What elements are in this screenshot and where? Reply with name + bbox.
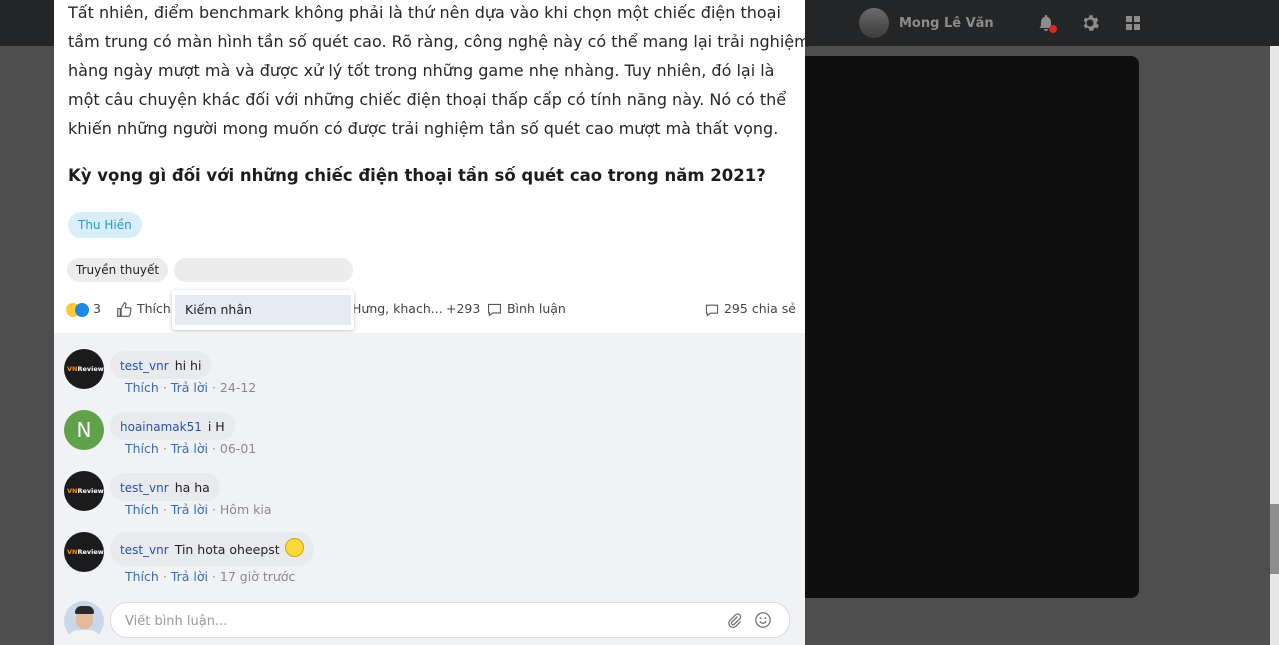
comment-button[interactable]: Bình luận bbox=[486, 298, 566, 320]
comments-section: VNReview test_vnr hi hi Thích · Trả lời ·… bbox=[54, 333, 805, 645]
vnreview-avatar[interactable]: VNReview bbox=[64, 349, 104, 389]
comment-bubble: hoainamak51 i H bbox=[110, 412, 235, 440]
emoji-icon[interactable] bbox=[754, 611, 772, 629]
comment-field[interactable] bbox=[110, 602, 790, 638]
comment-item: N hoainamak51 i H Thích · Trả lời · 06-01 bbox=[64, 410, 764, 470]
header-user-name[interactable]: Mong Lê Văn bbox=[899, 16, 994, 31]
post-card: Tất nhiên, điểm benchmark không phải là … bbox=[54, 0, 810, 645]
author-tag[interactable]: Thu Hiền bbox=[68, 212, 142, 238]
comment-meta: Thích · Trả lời · 17 giờ trước bbox=[125, 569, 295, 584]
paperclip-icon[interactable] bbox=[725, 611, 743, 629]
comment-item: VNReview test_vnr ha ha Thích · Trả lời ·… bbox=[64, 471, 764, 531]
comment-text: ha ha bbox=[174, 480, 210, 495]
header-user[interactable]: Mong Lê Văn bbox=[859, 8, 994, 38]
comment-item: VNReview test_vnr hi hi Thích · Trả lời ·… bbox=[64, 349, 764, 409]
article-line: một câu chuyện khác đối với những chiếc … bbox=[68, 90, 787, 109]
dropdown-option[interactable]: Kiếm nhân bbox=[175, 295, 351, 325]
comment-input[interactable] bbox=[123, 610, 707, 632]
meta-separator: · bbox=[162, 380, 167, 395]
like-reaction-icon bbox=[75, 302, 89, 317]
article-line: tầm trung có màn hình tần số quét cao. R… bbox=[68, 32, 810, 51]
meta-separator: · bbox=[211, 569, 216, 584]
article-heading: Kỳ vọng gì đối với những chiếc điện thoạ… bbox=[68, 166, 766, 185]
comment-bubble: test_vnr ha ha bbox=[110, 473, 220, 501]
meta-separator: · bbox=[162, 441, 167, 456]
comment-meta: Thích · Trả lời · 24-12 bbox=[125, 380, 256, 395]
comment-meta: Thích · Trả lời · Hôm kia bbox=[125, 502, 271, 517]
thumb-up-icon bbox=[117, 302, 132, 317]
article-line: khiến những người mong muốn có được trải… bbox=[68, 119, 779, 138]
article-line: Tất nhiên, điểm benchmark không phải là … bbox=[68, 3, 781, 22]
tag-input-chip[interactable] bbox=[174, 258, 353, 282]
comment-label: Bình luận bbox=[506, 301, 566, 316]
header-avatar[interactable] bbox=[859, 8, 889, 38]
comment-reply-link[interactable]: Trả lời bbox=[171, 502, 208, 517]
comment-composer bbox=[64, 601, 794, 641]
like-button[interactable]: Thích bbox=[116, 298, 171, 320]
comment-time: 24-12 bbox=[219, 380, 257, 395]
page-scrollbar-thumb[interactable] bbox=[1270, 504, 1279, 574]
meta-separator: · bbox=[211, 380, 216, 395]
reaction-summary[interactable]: 3 bbox=[66, 298, 101, 320]
comment-author[interactable]: test_vnr bbox=[120, 543, 169, 557]
comment-text: i H bbox=[207, 419, 225, 434]
comment-bubble: test_vnr hi hi bbox=[110, 351, 212, 379]
likers-more[interactable]: +293 bbox=[446, 298, 480, 320]
tag-suggestion-dropdown: Kiếm nhân bbox=[172, 290, 354, 330]
share-icon bbox=[705, 304, 719, 317]
video-panel bbox=[790, 56, 1139, 598]
current-user-avatar bbox=[64, 601, 104, 641]
comment-author[interactable]: hoainamak51 bbox=[120, 420, 202, 434]
tag-chip[interactable]: Truyền thuyết bbox=[67, 258, 169, 282]
comment-time: 17 giờ trước bbox=[219, 569, 296, 584]
meta-separator: · bbox=[211, 502, 216, 517]
comment-time: 06-01 bbox=[219, 441, 257, 456]
comment-icon bbox=[487, 303, 502, 317]
notification-dot bbox=[1049, 25, 1057, 33]
meta-separator: · bbox=[162, 569, 167, 584]
comment-reply-link[interactable]: Trả lời bbox=[171, 569, 208, 584]
comment-reply-link[interactable]: Trả lời bbox=[171, 441, 208, 456]
comment-author[interactable]: test_vnr bbox=[120, 481, 169, 495]
vnreview-avatar[interactable]: VNReview bbox=[64, 532, 104, 572]
comment-text: Tin hota oheepst bbox=[174, 542, 280, 557]
likers-list[interactable]: Hưng, khach... bbox=[352, 298, 443, 320]
share-label: 295 chia sẻ bbox=[723, 301, 796, 316]
share-button[interactable]: 295 chia sẻ bbox=[704, 298, 796, 320]
comment-like-link[interactable]: Thích bbox=[125, 441, 159, 456]
letter-avatar[interactable]: N bbox=[64, 410, 104, 450]
comment-reply-link[interactable]: Trả lời bbox=[171, 380, 208, 395]
comment-time: Hôm kia bbox=[219, 502, 272, 517]
comment-author[interactable]: test_vnr bbox=[120, 359, 169, 373]
comment-like-link[interactable]: Thích bbox=[125, 380, 159, 395]
vnreview-avatar[interactable]: VNReview bbox=[64, 471, 104, 511]
comment-text: hi hi bbox=[174, 358, 202, 373]
bell-icon[interactable] bbox=[1036, 13, 1057, 33]
comment-like-link[interactable]: Thích bbox=[125, 502, 159, 517]
comment-item: VNReview test_vnr Tin hota oheepst Thích … bbox=[64, 532, 764, 592]
meta-separator: · bbox=[162, 502, 167, 517]
grid-icon[interactable] bbox=[1123, 13, 1143, 33]
reaction-count: 3 bbox=[92, 301, 101, 316]
comment-meta: Thích · Trả lời · 06-01 bbox=[125, 441, 256, 456]
gear-icon[interactable] bbox=[1080, 13, 1100, 33]
comment-bubble: test_vnr Tin hota oheepst bbox=[110, 532, 314, 566]
smile-emoji-icon bbox=[284, 538, 304, 557]
meta-separator: · bbox=[211, 441, 216, 456]
article-line: hàng ngày mượt mà và được xử lý tốt tron… bbox=[68, 61, 775, 80]
like-label: Thích bbox=[136, 301, 171, 316]
comment-like-link[interactable]: Thích bbox=[125, 569, 159, 584]
